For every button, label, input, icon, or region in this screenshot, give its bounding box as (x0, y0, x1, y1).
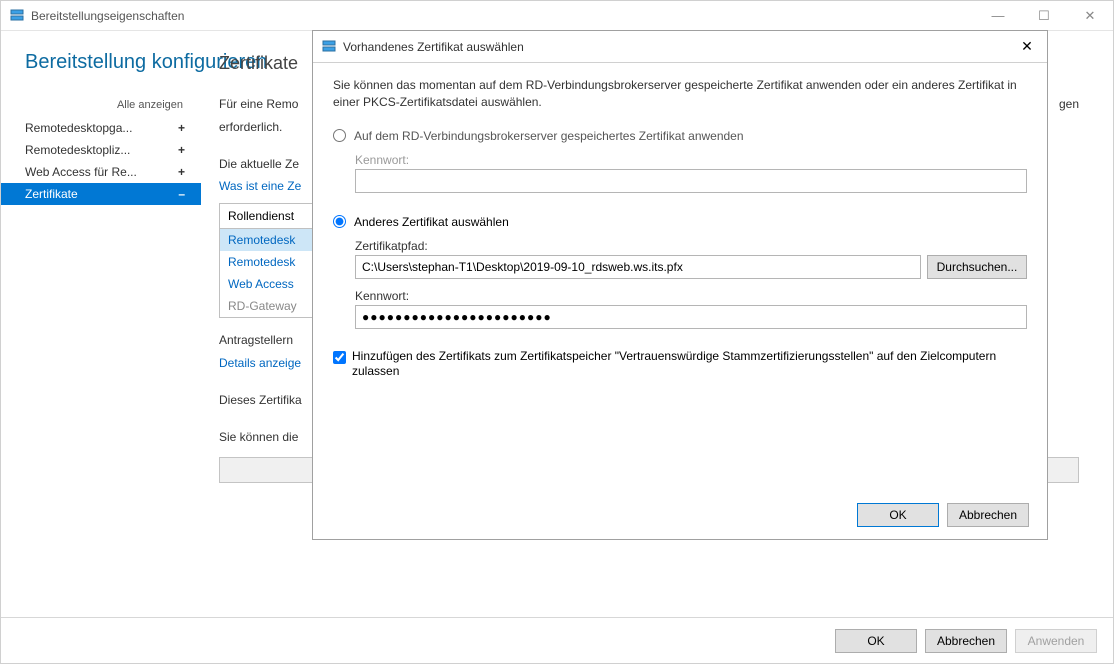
sidebar: Alle anzeigen Remotedesktopga... + Remote… (1, 31, 201, 617)
nav-item-rdlicensing[interactable]: Remotedesktopliz... + (1, 139, 201, 161)
password-field-1 (355, 169, 1027, 193)
expand-icon: + (178, 121, 191, 135)
radio-other-label: Anderes Zertifikat auswählen (354, 215, 509, 229)
select-certificate-dialog: Vorhandenes Zertifikat auswählen ✕ Sie k… (312, 30, 1048, 540)
show-all-link[interactable]: Alle anzeigen (1, 99, 201, 111)
radio-use-stored-cert[interactable]: Auf dem RD-Verbindungsbrokerserver gespe… (333, 129, 1027, 143)
maximize-button[interactable]: ☐ (1021, 1, 1067, 30)
radio-stored-input[interactable] (333, 129, 346, 142)
dialog-footer: OK Abbrechen (313, 491, 1047, 539)
trust-store-label: Hinzufügen des Zertifikats zum Zertifika… (352, 349, 1027, 380)
radio-stored-label: Auf dem RD-Verbindungsbrokerserver gespe… (354, 129, 744, 143)
collapse-icon: – (178, 187, 191, 201)
radio-other-cert[interactable]: Anderes Zertifikat auswählen (333, 215, 1027, 229)
password-label-2: Kennwort: (355, 289, 1027, 303)
parent-titlebar: Bereitstellungseigenschaften — ☐ ✕ (1, 1, 1113, 31)
nav-item-certificates[interactable]: Zertifikate – (1, 183, 201, 205)
expand-icon: + (178, 165, 191, 179)
ok-button[interactable]: OK (835, 629, 917, 653)
browse-button[interactable]: Durchsuchen... (927, 255, 1027, 279)
nav-label: Web Access für Re... (25, 165, 137, 179)
minimize-button[interactable]: — (975, 1, 1021, 30)
dialog-body: Sie können das momentan auf dem RD-Verbi… (313, 63, 1047, 380)
dialog-close-button[interactable]: ✕ (1007, 31, 1047, 62)
password-field-2[interactable] (355, 305, 1027, 329)
cert-path-field[interactable] (355, 255, 921, 279)
parent-footer: OK Abbrechen Anwenden (1, 617, 1113, 663)
nav-label: Remotedesktopga... (25, 121, 132, 135)
parent-title: Bereitstellungseigenschaften (31, 9, 975, 23)
close-button[interactable]: ✕ (1067, 1, 1113, 30)
nav-item-rdgateway[interactable]: Remotedesktopga... + (1, 117, 201, 139)
apply-button: Anwenden (1015, 629, 1097, 653)
password-label-1: Kennwort: (355, 153, 1027, 167)
cancel-button[interactable]: Abbrechen (925, 629, 1007, 653)
window-buttons: — ☐ ✕ (975, 1, 1113, 30)
server-icon (321, 39, 337, 55)
nav-label: Zertifikate (25, 187, 78, 201)
dialog-title: Vorhandenes Zertifikat auswählen (343, 40, 1007, 54)
server-icon (9, 8, 25, 24)
cert-path-label: Zertifikatpfad: (355, 239, 1027, 253)
nav-label: Remotedesktopliz... (25, 143, 130, 157)
trust-store-checkbox-row[interactable]: Hinzufügen des Zertifikats zum Zertifika… (333, 349, 1027, 380)
nav-item-webaccess[interactable]: Web Access für Re... + (1, 161, 201, 183)
dialog-cancel-button[interactable]: Abbrechen (947, 503, 1029, 527)
dialog-intro: Sie können das momentan auf dem RD-Verbi… (333, 77, 1027, 111)
expand-icon: + (178, 143, 191, 157)
dialog-titlebar: Vorhandenes Zertifikat auswählen ✕ (313, 31, 1047, 63)
trust-store-checkbox[interactable] (333, 351, 346, 364)
radio-other-input[interactable] (333, 215, 346, 228)
dialog-ok-button[interactable]: OK (857, 503, 939, 527)
